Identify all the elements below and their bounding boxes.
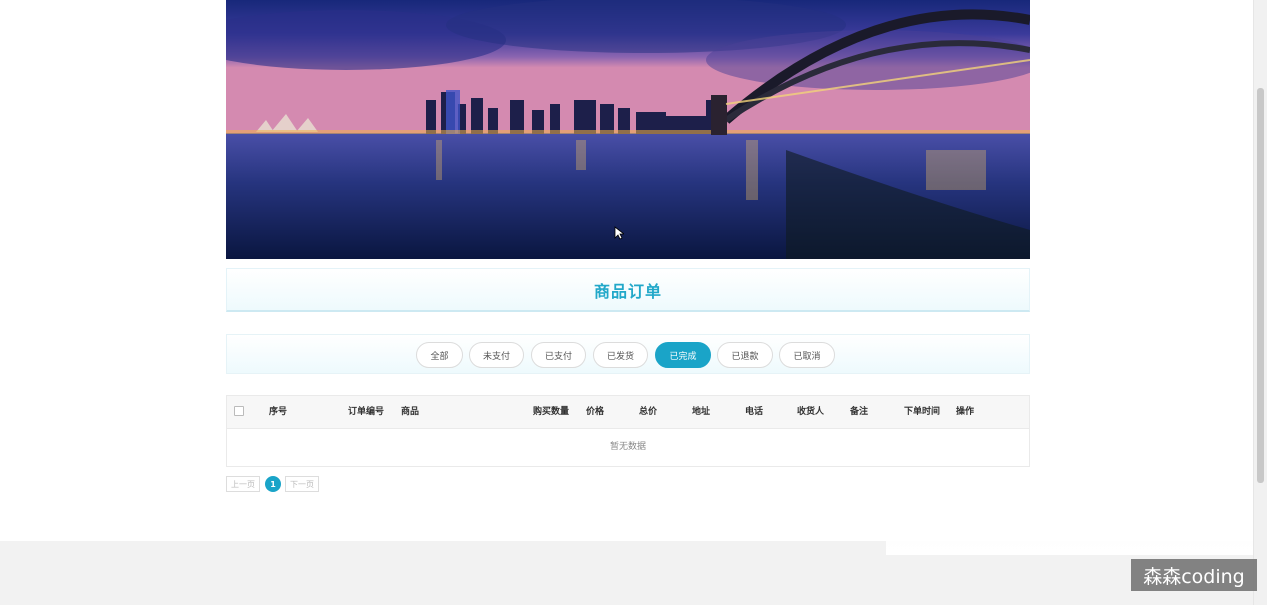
- tab-label: 已取消: [793, 351, 821, 362]
- table-header: 序号 订单编号 商品 购买数量 价格 总价 地址 电话 收货人 备注 下单时间 …: [227, 396, 1029, 429]
- mouse-cursor-icon: [614, 226, 624, 240]
- tab-label: 全部: [430, 351, 449, 362]
- column-header-total: 总价: [639, 407, 658, 417]
- tab-paid[interactable]: 已支付: [531, 342, 586, 368]
- column-header-product: 商品: [401, 407, 420, 417]
- column-header-quantity: 购买数量: [533, 407, 570, 417]
- column-header-remark: 备注: [850, 407, 869, 417]
- column-header-index: 序号: [269, 407, 288, 417]
- tab-completed[interactable]: 已完成: [655, 342, 711, 368]
- watermark: 森森coding: [1131, 559, 1257, 591]
- column-header-price: 价格: [586, 407, 605, 417]
- page-title: 商品订单: [593, 281, 662, 301]
- column-header-order-time: 下单时间: [904, 407, 941, 417]
- page-title-bar: 商品订单: [226, 268, 1030, 312]
- order-status-tabs: 全部 未支付 已支付 已发货 已完成 已退款 已取消: [226, 334, 1030, 374]
- footer-overlay: [886, 485, 1253, 555]
- page-number-button[interactable]: 1: [265, 476, 281, 492]
- banner-image: [226, 0, 1030, 259]
- orders-table: 序号 订单编号 商品 购买数量 价格 总价 地址 电话 收货人 备注 下单时间 …: [226, 395, 1030, 467]
- prev-page-button[interactable]: 上一页: [226, 476, 260, 492]
- column-header-receiver: 收货人: [797, 407, 825, 417]
- tab-label: 已支付: [544, 351, 572, 362]
- column-header-order-number: 订单编号: [348, 407, 385, 417]
- next-page-button[interactable]: 下一页: [285, 476, 319, 492]
- tab-label: 已发货: [606, 351, 634, 362]
- tab-cancelled[interactable]: 已取消: [779, 342, 835, 368]
- select-all-checkbox[interactable]: [234, 406, 244, 416]
- tab-shipped[interactable]: 已发货: [593, 342, 648, 368]
- empty-state-text: 暂无数据: [609, 442, 646, 452]
- scrollbar-thumb[interactable]: [1257, 88, 1264, 483]
- banner-illustration: [226, 0, 1030, 259]
- tab-label: 已完成: [669, 351, 697, 362]
- tab-label: 未支付: [482, 351, 510, 362]
- tab-refunded[interactable]: 已退款: [717, 342, 773, 368]
- column-header-address: 地址: [692, 407, 711, 417]
- column-header-actions: 操作: [956, 407, 975, 417]
- column-header-phone: 电话: [745, 407, 764, 417]
- tab-all[interactable]: 全部: [416, 342, 463, 368]
- tab-unpaid[interactable]: 未支付: [469, 342, 524, 368]
- tab-label: 已退款: [731, 351, 759, 362]
- vertical-scrollbar[interactable]: [1253, 0, 1267, 605]
